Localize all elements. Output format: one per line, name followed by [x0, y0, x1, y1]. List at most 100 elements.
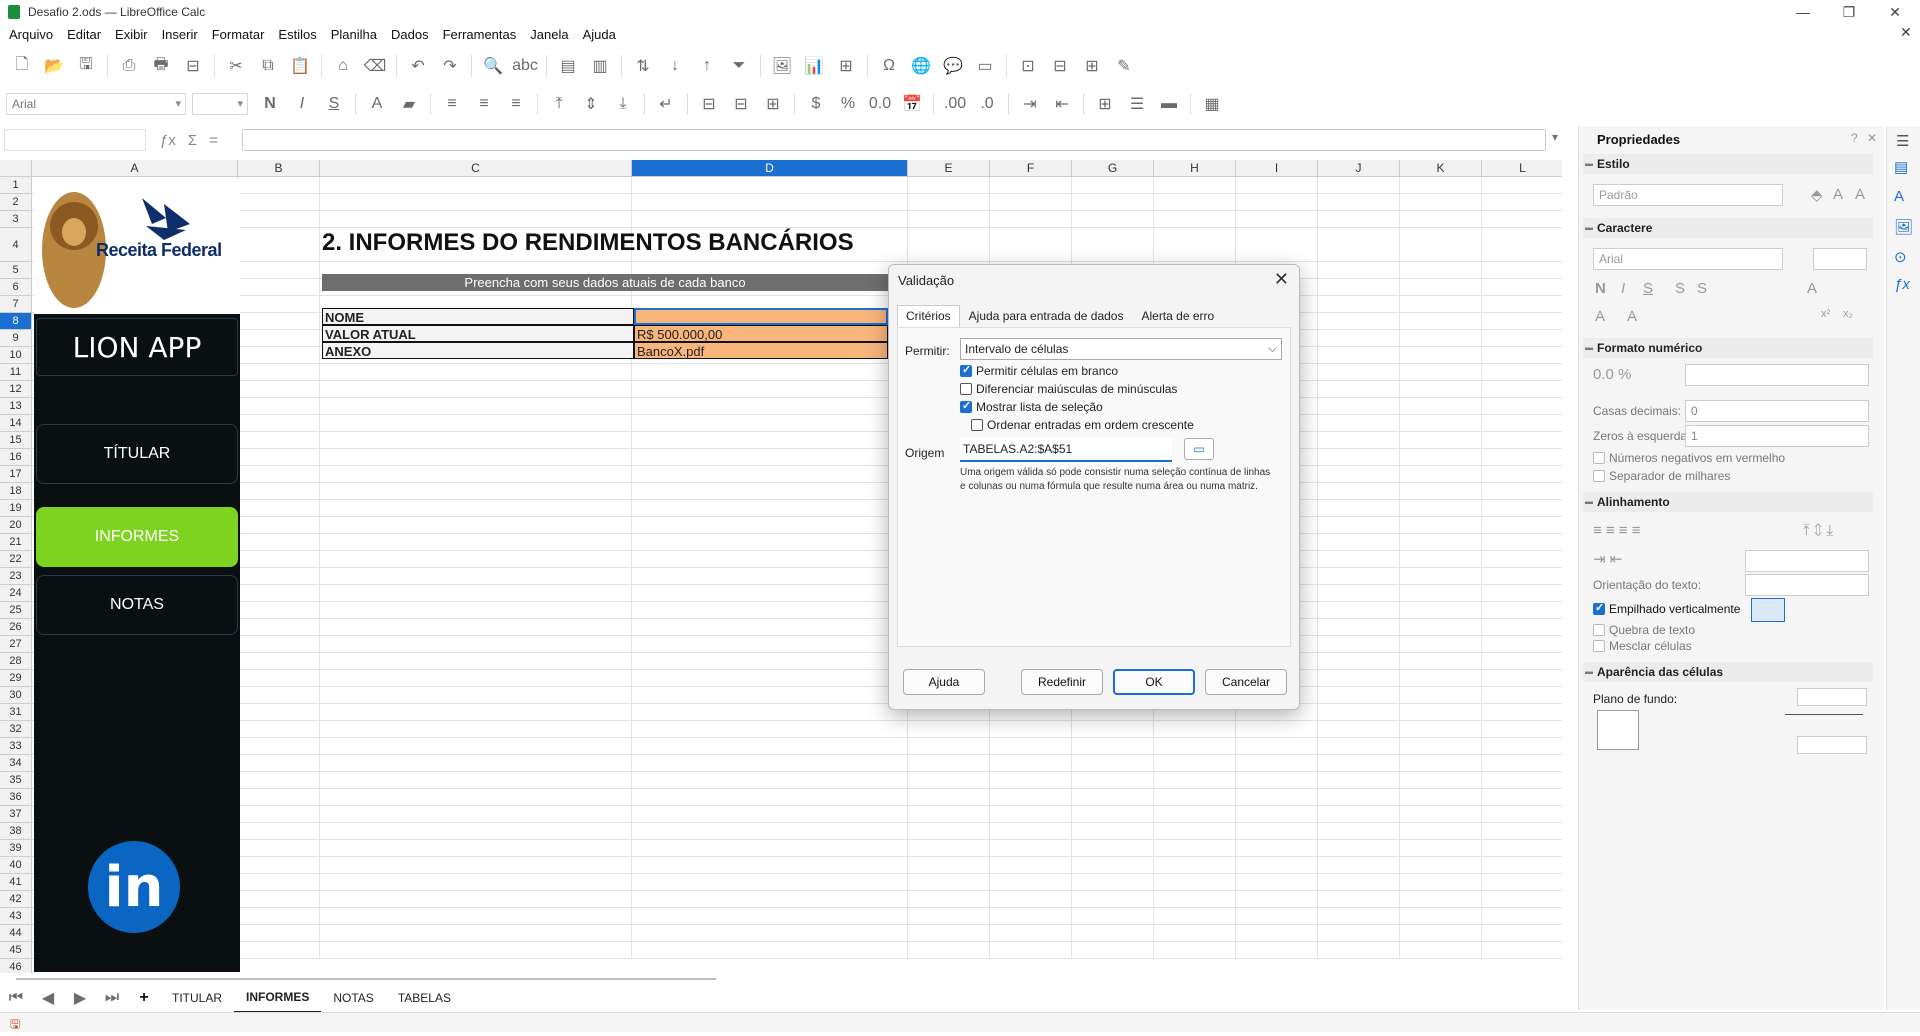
- sidebar-font-color-icon[interactable]: A: [1595, 308, 1605, 325]
- menu-item-dados[interactable]: Dados: [384, 24, 436, 46]
- sidebar-align-icons[interactable]: ≡ ≡ ≡ ≡: [1593, 522, 1641, 539]
- row-header-19[interactable]: 19: [0, 500, 32, 517]
- section-alinhamento[interactable]: Alinhamento: [1583, 492, 1873, 512]
- properties-deck-icon[interactable]: ▤: [1894, 158, 1908, 176]
- formula-icon[interactable]: =: [209, 132, 218, 149]
- row-header-18[interactable]: 18: [0, 483, 32, 500]
- column-icon[interactable]: ▥: [589, 55, 611, 77]
- nav-informes-button[interactable]: INFORMES: [36, 507, 238, 567]
- section-caractere[interactable]: Caractere: [1583, 218, 1873, 238]
- navigator-deck-icon[interactable]: ⊙: [1894, 248, 1907, 266]
- column-header-k[interactable]: K: [1400, 160, 1482, 177]
- menu-item-ferramentas[interactable]: Ferramentas: [436, 24, 524, 46]
- split-window-icon[interactable]: ⊞: [1081, 55, 1103, 77]
- row-header-43[interactable]: 43: [0, 908, 32, 925]
- column-header-d[interactable]: D: [632, 160, 908, 177]
- checkbox-mesclar[interactable]: [1593, 640, 1605, 652]
- menu-item-janela[interactable]: Janela: [523, 24, 575, 46]
- add-decimal-icon[interactable]: .00: [944, 93, 966, 115]
- column-header-g[interactable]: G: [1072, 160, 1154, 177]
- superscript-icon[interactable]: x²: [1821, 308, 1830, 320]
- row-header-26[interactable]: 26: [0, 619, 32, 636]
- row-header-14[interactable]: 14: [0, 415, 32, 432]
- align-bottom-icon[interactable]: ⤓: [612, 93, 634, 115]
- add-sheet-icon[interactable]: +: [133, 987, 155, 1009]
- minimize-icon[interactable]: —: [1780, 0, 1826, 24]
- export-pdf-icon[interactable]: ⎙: [118, 55, 140, 77]
- section-formato[interactable]: Formato numérico: [1583, 338, 1873, 358]
- row-header-42[interactable]: 42: [0, 891, 32, 908]
- tab-ajuda-entrada[interactable]: Ajuda para entrada de dados: [960, 305, 1133, 327]
- sum-icon[interactable]: Σ: [188, 132, 197, 149]
- row-header-27[interactable]: 27: [0, 636, 32, 653]
- cancel-button[interactable]: Cancelar: [1205, 669, 1287, 695]
- shrink-range-icon[interactable]: ▭: [1184, 438, 1214, 460]
- row-header-1[interactable]: 1: [0, 177, 32, 194]
- sidebar-font-combo[interactable]: Arial: [1593, 248, 1783, 270]
- date-format-icon[interactable]: 📅: [901, 93, 923, 115]
- checkbox-mostrar-lista[interactable]: [960, 399, 972, 413]
- special-character-icon[interactable]: Ω: [878, 55, 900, 77]
- column-header-c[interactable]: C: [320, 160, 632, 177]
- percent-format-icon[interactable]: %: [837, 93, 859, 115]
- print-preview-icon[interactable]: ⊟: [182, 55, 204, 77]
- underline-icon[interactable]: S: [323, 93, 345, 115]
- undo-icon[interactable]: ↶: [407, 55, 429, 77]
- checkbox-empilhado[interactable]: [1593, 601, 1605, 615]
- section-estilo[interactable]: Estilo: [1583, 154, 1873, 174]
- ok-button[interactable]: OK: [1113, 669, 1195, 695]
- sidebar-highlight-icon[interactable]: A: [1627, 308, 1637, 325]
- menu-item-inserir[interactable]: Inserir: [155, 24, 205, 46]
- name-box[interactable]: [4, 129, 146, 151]
- tab-criterios[interactable]: Critérios: [897, 305, 960, 327]
- comment-icon[interactable]: 💬: [942, 55, 964, 77]
- font-color-icon[interactable]: A: [366, 93, 388, 115]
- row-header-24[interactable]: 24: [0, 585, 32, 602]
- row-header-45[interactable]: 45: [0, 942, 32, 959]
- redo-icon[interactable]: ↷: [439, 55, 461, 77]
- column-header-f[interactable]: F: [990, 160, 1072, 177]
- menu-item-ajuda[interactable]: Ajuda: [576, 24, 623, 46]
- column-header-b[interactable]: B: [238, 160, 320, 177]
- print-icon[interactable]: 🖶: [150, 55, 172, 77]
- horizontal-scrollbar[interactable]: [16, 978, 716, 980]
- row-header-46[interactable]: 46: [0, 959, 32, 973]
- pivot-table-icon[interactable]: ⊞: [835, 55, 857, 77]
- vertical-align-icons[interactable]: ⤒ ⇕ ⤓: [1803, 522, 1833, 539]
- number-format-icon[interactable]: 0.0: [869, 93, 891, 115]
- row-header-12[interactable]: 12: [0, 381, 32, 398]
- row-header-7[interactable]: 7: [0, 296, 32, 313]
- sheet-tab-notas[interactable]: NOTAS: [321, 984, 385, 1012]
- find-replace-icon[interactable]: 🔍: [482, 55, 504, 77]
- number-format-list-icon[interactable]: 0.0 %: [1593, 366, 1631, 383]
- menu-item-exibir[interactable]: Exibir: [108, 24, 155, 46]
- prev-sheet-icon[interactable]: ◀: [37, 987, 59, 1009]
- reset-button[interactable]: Redefinir: [1021, 669, 1103, 695]
- copy-icon[interactable]: ⧉: [257, 55, 279, 77]
- orientacao-spin[interactable]: [1745, 574, 1869, 596]
- menu-item-estilos[interactable]: Estilos: [271, 24, 323, 46]
- row-header-34[interactable]: 34: [0, 755, 32, 772]
- menu-item-editar[interactable]: Editar: [60, 24, 108, 46]
- help-button[interactable]: Ajuda: [903, 669, 985, 695]
- background-color-combo[interactable]: [1797, 688, 1867, 706]
- save-icon[interactable]: 🖫: [75, 55, 97, 77]
- row-header-23[interactable]: 23: [0, 568, 32, 585]
- clear-formatting-icon[interactable]: ⌫: [364, 55, 387, 77]
- row-header-16[interactable]: 16: [0, 449, 32, 466]
- maximize-icon[interactable]: ❐: [1826, 0, 1872, 24]
- subscript-icon[interactable]: x₂: [1843, 308, 1853, 320]
- row-header-6[interactable]: 6: [0, 279, 32, 296]
- insert-image-icon[interactable]: 🖼: [771, 55, 793, 77]
- row-header-31[interactable]: 31: [0, 704, 32, 721]
- help-icon[interactable]: ?: [1851, 131, 1858, 145]
- text-orientation-angle-button[interactable]: [1793, 598, 1827, 622]
- row-header-39[interactable]: 39: [0, 840, 32, 857]
- gallery-deck-icon[interactable]: 🖼: [1894, 218, 1913, 236]
- linkedin-icon[interactable]: in: [88, 841, 180, 933]
- indent-icons[interactable]: ⇥ ⇤: [1593, 550, 1622, 568]
- open-icon[interactable]: 📂: [43, 55, 65, 77]
- sheet-tab-titular[interactable]: TITULAR: [160, 984, 234, 1012]
- border-color-combo[interactable]: [1797, 736, 1867, 754]
- row-header-21[interactable]: 21: [0, 534, 32, 551]
